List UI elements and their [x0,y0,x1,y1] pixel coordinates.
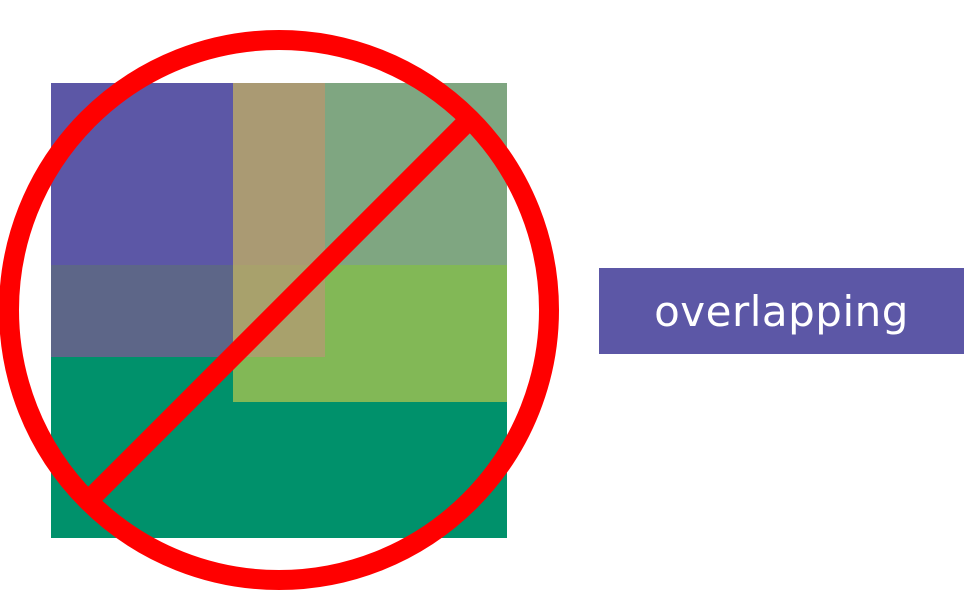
overlapping-label-text: overlapping [654,286,909,336]
strip-tan [233,83,325,265]
slide: overlapping [0,0,973,611]
overlapping-label: overlapping [599,268,964,354]
square-purple [51,83,233,265]
